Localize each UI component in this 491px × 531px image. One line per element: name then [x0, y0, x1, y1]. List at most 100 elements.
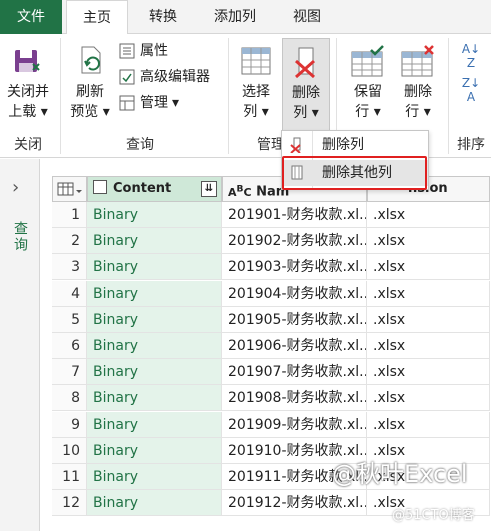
cell-content[interactable]: Binary — [87, 411, 222, 438]
sort-buttons[interactable]: A↓ Z Z↓ A — [456, 42, 486, 104]
menu-item-remove-columns[interactable]: 删除列 — [282, 132, 428, 158]
table-row[interactable]: 3 Binary 201903-财务收款.xl... .xlsx — [52, 254, 490, 281]
cell-content[interactable]: Binary — [87, 359, 222, 386]
table-row[interactable]: 1 Binary 201901-财务收款.xl... .xlsx — [52, 202, 490, 228]
row-number[interactable]: 6 — [52, 333, 87, 359]
cell-name[interactable]: 201908-财务收款.xl... — [222, 385, 367, 412]
cell-extension[interactable]: .xlsx — [367, 359, 490, 386]
cell-extension[interactable]: .xlsx — [367, 385, 490, 412]
cell-name[interactable]: 201902-财务收款.xl... — [222, 228, 367, 255]
group-close-label: 关闭 — [14, 137, 42, 153]
row-number[interactable]: 9 — [52, 411, 87, 438]
table-row[interactable]: 2 Binary 201902-财务收款.xl... .xlsx — [52, 228, 490, 255]
remove-columns-icon — [295, 47, 315, 79]
keep-rows-button[interactable]: 保留 行 ▾ — [344, 44, 392, 122]
row-number[interactable]: 7 — [52, 359, 87, 386]
keep-rows-label-2: 行 ▾ — [355, 104, 381, 120]
row-number[interactable]: 12 — [52, 490, 87, 517]
queries-pane[interactable]: › 查询 — [0, 159, 40, 531]
sort-ascending-icon[interactable]: A↓ Z — [456, 42, 486, 70]
cell-content[interactable]: Binary — [87, 306, 222, 333]
remove-rows-icon — [401, 45, 434, 77]
table-row[interactable]: 8 Binary 201908-财务收款.xl... .xlsx — [52, 385, 490, 412]
expand-icon[interactable]: ⇊ — [201, 181, 217, 197]
table-row[interactable]: 4 Binary 201904-财务收款.xl... .xlsx — [52, 280, 490, 307]
cell-extension[interactable]: .xlsx — [367, 254, 490, 281]
cell-name[interactable]: 201906-财务收款.xl... — [222, 333, 367, 359]
tab-file[interactable]: 文件 — [0, 0, 62, 34]
manage-button[interactable]: 管理 ▾ — [118, 92, 179, 114]
table-row[interactable]: 5 Binary 201905-财务收款.xl... .xlsx — [52, 306, 490, 333]
refresh-label-2: 预览 ▾ — [70, 104, 110, 120]
table-menu-header[interactable] — [52, 176, 87, 202]
remove-rows-label-2: 行 ▾ — [405, 104, 431, 120]
text-type-icon: ABC — [228, 183, 252, 199]
row-number[interactable]: 3 — [52, 254, 87, 281]
cell-extension[interactable]: .xlsx — [367, 202, 490, 228]
cell-content[interactable]: Binary — [87, 464, 222, 490]
advanced-editor-icon — [119, 69, 135, 85]
cell-name[interactable]: 201912-财务收款.xl... — [222, 490, 367, 517]
remove-columns-button[interactable]: 删除 列 ▾ — [282, 38, 330, 132]
cell-name[interactable]: 201905-财务收款.xl... — [222, 306, 367, 333]
cell-content[interactable]: Binary — [87, 437, 222, 464]
cell-content[interactable]: Binary — [87, 254, 222, 281]
column-header-content[interactable]: Content ⇊ — [87, 176, 222, 202]
cell-extension[interactable]: .xlsx — [367, 228, 490, 255]
remove-column-icon — [290, 137, 301, 153]
cell-content[interactable]: Binary — [87, 385, 222, 412]
cell-content[interactable]: Binary — [87, 333, 222, 359]
table-row[interactable]: 6 Binary 201906-财务收款.xl... .xlsx — [52, 333, 490, 359]
tab-transform[interactable]: 转换 — [132, 0, 194, 34]
remove-columns-label-1: 删除 — [292, 85, 320, 101]
close-and-load-button[interactable]: 关闭并 上载 ▾ — [2, 44, 54, 122]
keep-rows-label-1: 保留 — [354, 84, 382, 100]
cell-content[interactable]: Binary — [87, 280, 222, 307]
keep-rows-icon — [351, 45, 384, 77]
chevron-down-icon: ▾ — [172, 95, 180, 111]
watermark-small: @51CTO博客 — [392, 508, 475, 523]
row-number[interactable]: 1 — [52, 202, 87, 228]
group-query-label: 查询 — [126, 137, 154, 153]
cell-extension[interactable]: .xlsx — [367, 411, 490, 438]
manage-icon — [119, 95, 135, 111]
refresh-label-1: 刷新 — [76, 84, 104, 100]
cell-name[interactable]: 201907-财务收款.xl... — [222, 359, 367, 386]
cell-content[interactable]: Binary — [87, 490, 222, 517]
remove-rows-button[interactable]: 删除 行 ▾ — [394, 44, 442, 122]
binary-type-icon — [93, 180, 107, 194]
cell-name[interactable]: 201909-财务收款.xl... — [222, 411, 367, 438]
advanced-editor-button[interactable]: 高级编辑器 — [118, 66, 210, 88]
cell-content[interactable]: Binary — [87, 202, 222, 228]
cell-extension[interactable]: .xlsx — [367, 280, 490, 307]
chevron-right-icon[interactable]: › — [12, 177, 19, 198]
group-separator — [228, 38, 229, 154]
cell-extension[interactable]: .xlsx — [367, 306, 490, 333]
close-load-label-2: 上载 ▾ — [8, 104, 48, 120]
choose-columns-label-1: 选择 — [242, 84, 270, 100]
tab-view[interactable]: 视图 — [278, 0, 336, 34]
cell-name[interactable]: 201901-财务收款.xl... — [222, 202, 367, 228]
row-number[interactable]: 8 — [52, 385, 87, 412]
watermark: @秋叶Excel — [332, 460, 468, 488]
choose-columns-button[interactable]: 选择 列 ▾ — [234, 44, 278, 122]
row-number[interactable]: 10 — [52, 437, 87, 464]
cell-extension[interactable]: .xlsx — [367, 333, 490, 359]
table-row[interactable]: 7 Binary 201907-财务收款.xl... .xlsx — [52, 359, 490, 386]
cell-name[interactable]: 201903-财务收款.xl... — [222, 254, 367, 281]
tab-home[interactable]: 主页 — [66, 0, 128, 35]
cell-name[interactable]: 201904-财务收款.xl... — [222, 280, 367, 307]
properties-icon — [119, 43, 135, 59]
remove-columns-label-2: 列 ▾ — [293, 105, 319, 121]
table-row[interactable]: 9 Binary 201909-财务收款.xl... .xlsx — [52, 411, 490, 438]
tab-add-column[interactable]: 添加列 — [196, 0, 274, 34]
refresh-preview-button[interactable]: 刷新 预览 ▾ — [66, 44, 114, 122]
table-icon — [57, 182, 82, 196]
row-number[interactable]: 2 — [52, 228, 87, 255]
cell-content[interactable]: Binary — [87, 228, 222, 255]
row-number[interactable]: 5 — [52, 306, 87, 333]
row-number[interactable]: 11 — [52, 464, 87, 490]
sort-descending-icon[interactable]: Z↓ A — [456, 76, 486, 104]
row-number[interactable]: 4 — [52, 280, 87, 307]
properties-button[interactable]: 属性 — [118, 40, 168, 62]
